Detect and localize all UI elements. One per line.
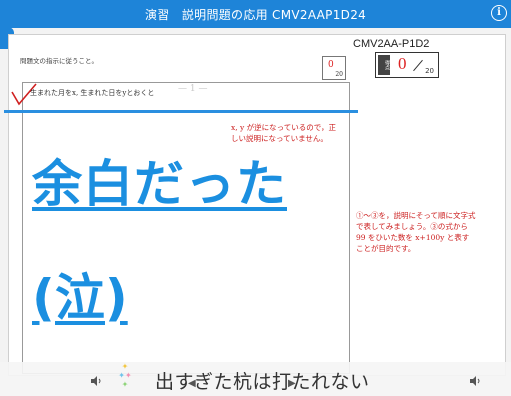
- title-bar: 演習 説明問題の応用 CMV2AAP1D24 i: [0, 0, 511, 28]
- overlay-caption-line-1: 余白だった: [32, 155, 287, 213]
- speaker-icon-right[interactable]: [470, 376, 482, 386]
- overlay-caption-line-2: (泣): [32, 269, 128, 327]
- score-divider: [413, 59, 423, 72]
- star-sparkle-icon: ✦ ✦✦ ✦: [118, 362, 132, 389]
- bottom-accent-strip: [0, 396, 511, 400]
- faint-watermark-text: — 1 —: [178, 84, 208, 94]
- page-title: 演習 説明問題の応用 CMV2AAP1D24: [144, 8, 367, 22]
- teacher-comment-2: ①～③を，説明にそって順に文字式で表してみましょう。③の式から 99 をひいた数…: [356, 211, 476, 253]
- prev-icon[interactable]: ◀: [188, 378, 196, 389]
- instruction-text: 問題文の指示に従うこと。: [20, 57, 98, 65]
- small-score-box: 0 20: [322, 56, 346, 80]
- worksheet-code: CMV2AA-P1D2: [353, 38, 430, 50]
- small-score-max: 20: [335, 71, 343, 78]
- next-icon[interactable]: ▶: [288, 378, 296, 389]
- main-score-value: 0: [398, 54, 407, 73]
- speaker-icon[interactable]: [91, 376, 103, 386]
- score-label: 得点: [378, 55, 390, 75]
- overlay-divider-line: [4, 110, 358, 113]
- info-icon[interactable]: i: [491, 5, 507, 21]
- main-score-box: 得点 0 20: [375, 52, 439, 78]
- main-score-max: 20: [425, 67, 434, 75]
- small-score-value: 0: [328, 60, 334, 70]
- teacher-comment-1: x, y が逆になっているので，正しい説明になっていません。: [231, 123, 336, 143]
- question-text: 生まれた月をx, 生まれた日をyとおくと: [30, 89, 155, 97]
